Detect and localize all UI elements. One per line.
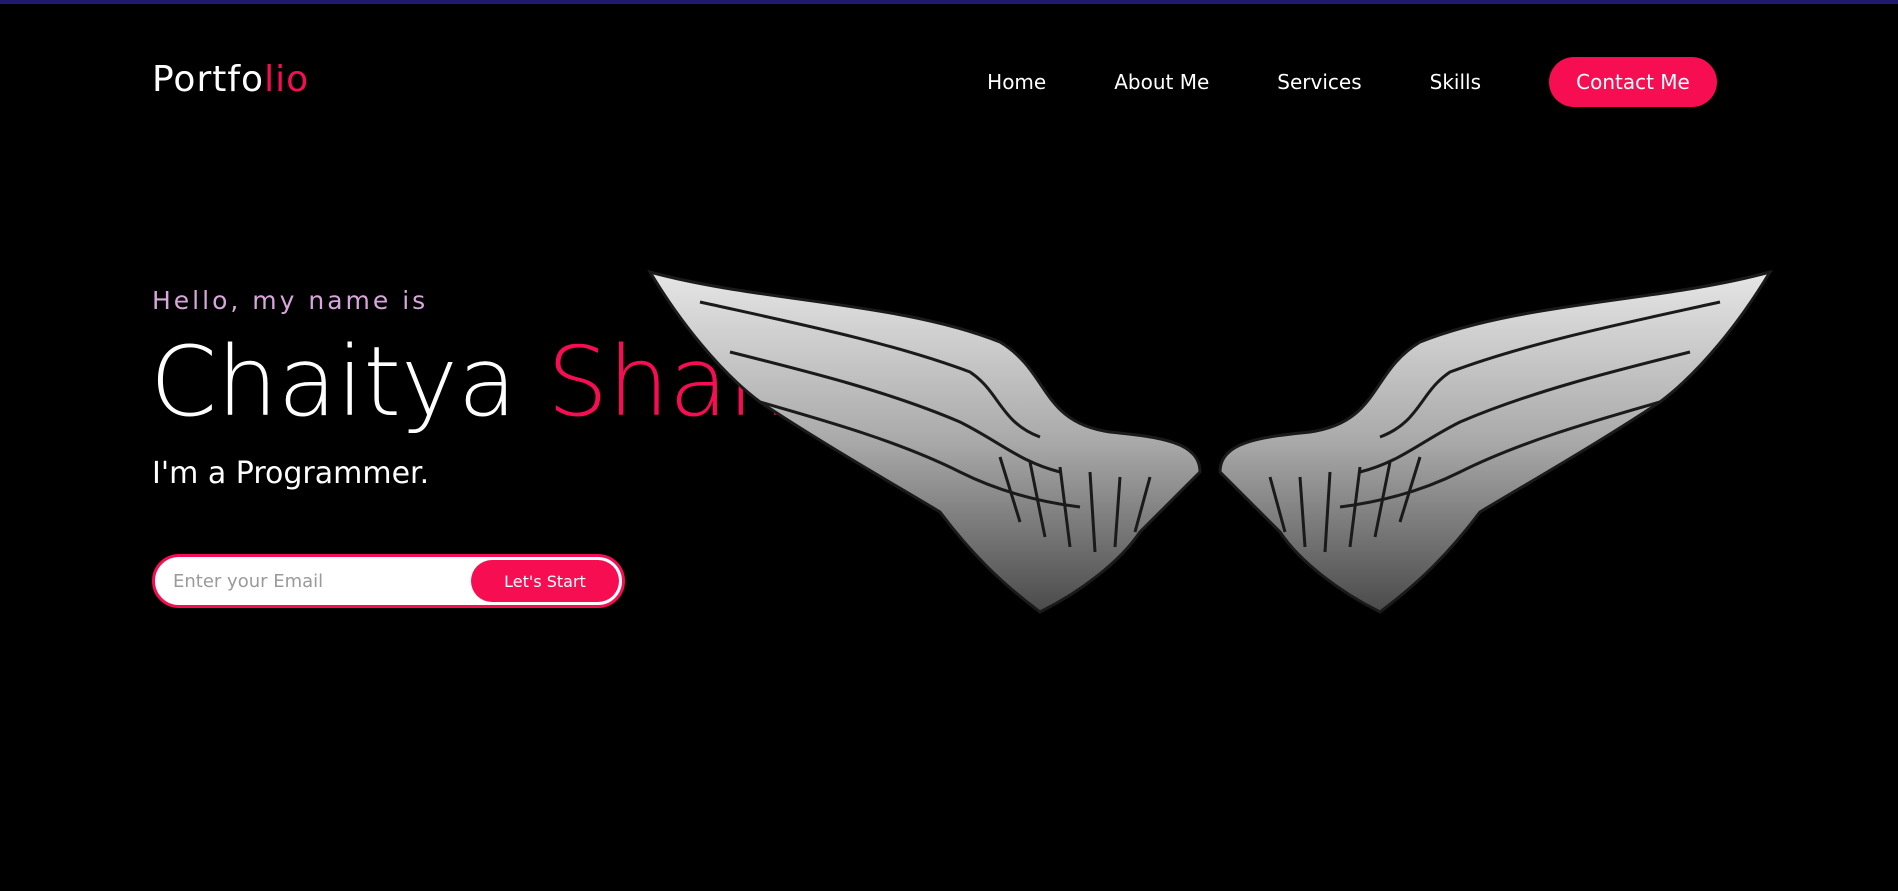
email-input[interactable] (155, 557, 471, 605)
logo-text-main: Portfo (152, 59, 265, 100)
hero-greeting: Hello, my name is (152, 286, 429, 315)
nav-link-about-me[interactable]: About Me (1114, 57, 1209, 107)
nav-links: Home About Me Services Skills Contact Me (987, 57, 1717, 107)
contact-me-button[interactable]: Contact Me (1549, 57, 1717, 107)
email-signup-form: Let's Start (152, 554, 625, 608)
logo-text-accent: lio (264, 59, 310, 100)
lets-start-button[interactable]: Let's Start (471, 560, 619, 602)
hero-subtitle: I'm a Programmer. (152, 456, 430, 491)
right-wing (1218, 269, 1774, 614)
left-wing (646, 269, 1202, 614)
angel-wings-image (646, 269, 1774, 614)
nav-link-skills[interactable]: Skills (1430, 57, 1481, 107)
logo[interactable]: Portfolio (152, 56, 309, 104)
nav-link-home[interactable]: Home (987, 57, 1046, 107)
nav-link-services[interactable]: Services (1277, 57, 1361, 107)
navbar: Portfolio Home About Me Services Skills … (0, 0, 1898, 170)
hero-first-name: Chaitya (150, 326, 517, 438)
